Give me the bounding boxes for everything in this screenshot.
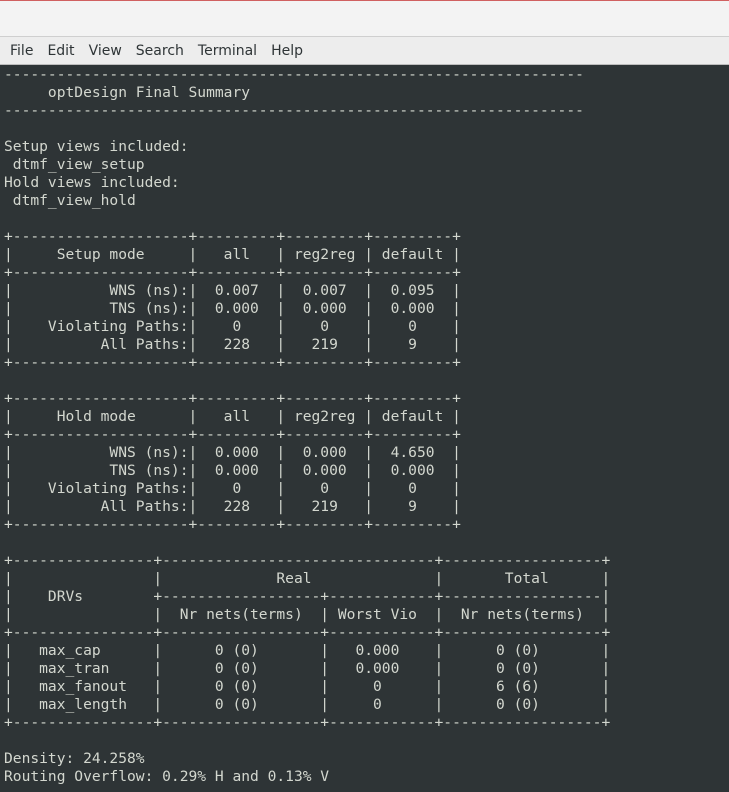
- terminal-line: | | Real | Total |: [4, 570, 611, 587]
- menu-edit[interactable]: Edit: [40, 37, 81, 65]
- terminal-line: +--------------------+---------+--------…: [4, 264, 461, 281]
- terminal-line: | All Paths:| 228 | 219 | 9 |: [4, 336, 461, 353]
- terminal-line: +--------------------+---------+--------…: [4, 354, 461, 371]
- terminal-line: | Hold mode | all | reg2reg | default |: [4, 408, 461, 425]
- menu-terminal[interactable]: Terminal: [191, 37, 264, 65]
- terminal-line: Density: 24.258%: [4, 750, 145, 767]
- menu-view[interactable]: View: [82, 37, 129, 65]
- window-titlebar[interactable]: [0, 0, 729, 37]
- terminal-line: | max_cap | 0 (0) | 0.000 | 0 (0) |: [4, 642, 611, 659]
- terminal-line: +--------------------+---------+--------…: [4, 426, 461, 443]
- menu-bar: File Edit View Search Terminal Help: [0, 37, 729, 65]
- terminal-line: ----------------------------------------…: [4, 102, 584, 119]
- terminal-line: +----------------+----------------------…: [4, 552, 611, 569]
- terminal-line: | | Nr nets(terms) | Worst Vio | Nr nets…: [4, 606, 611, 623]
- terminal-output: ----------------------------------------…: [4, 66, 610, 786]
- terminal-line: dtmf_view_setup: [4, 156, 145, 173]
- terminal-line: +--------------------+---------+--------…: [4, 228, 461, 245]
- terminal-line: Routing Overflow: 0.29% H and 0.13% V: [4, 768, 330, 785]
- terminal-line: Hold views included:: [4, 174, 180, 191]
- terminal-line: Setup views included:: [4, 138, 189, 155]
- terminal-line: | TNS (ns):| 0.000 | 0.000 | 0.000 |: [4, 300, 461, 317]
- terminal-line: +--------------------+---------+--------…: [4, 516, 461, 533]
- terminal-line: +----------------+------------------+---…: [4, 624, 611, 641]
- terminal-area[interactable]: ----------------------------------------…: [0, 66, 729, 792]
- menu-search[interactable]: Search: [129, 37, 191, 65]
- terminal-line: | Violating Paths:| 0 | 0 | 0 |: [4, 318, 461, 335]
- terminal-line: | All Paths:| 228 | 219 | 9 |: [4, 498, 461, 515]
- terminal-line: | WNS (ns):| 0.007 | 0.007 | 0.095 |: [4, 282, 461, 299]
- terminal-line: +--------------------+---------+--------…: [4, 390, 461, 407]
- terminal-line: | Setup mode | all | reg2reg | default |: [4, 246, 461, 263]
- terminal-line: | DRVs +------------------+------------+…: [4, 588, 611, 605]
- terminal-line: | WNS (ns):| 0.000 | 0.000 | 4.650 |: [4, 444, 461, 461]
- terminal-line: +----------------+------------------+---…: [4, 714, 611, 731]
- terminal-line: dtmf_view_hold: [4, 192, 136, 209]
- menu-file[interactable]: File: [3, 37, 40, 65]
- terminal-line: | Violating Paths:| 0 | 0 | 0 |: [4, 480, 461, 497]
- terminal-line: | max_tran | 0 (0) | 0.000 | 0 (0) |: [4, 660, 611, 677]
- terminal-line: | max_length | 0 (0) | 0 | 0 (0) |: [4, 696, 611, 713]
- terminal-line: | max_fanout | 0 (0) | 0 | 6 (6) |: [4, 678, 611, 695]
- menu-help[interactable]: Help: [264, 37, 310, 65]
- terminal-line: optDesign Final Summary: [4, 84, 251, 101]
- terminal-line: ----------------------------------------…: [4, 66, 584, 83]
- terminal-line: | TNS (ns):| 0.000 | 0.000 | 0.000 |: [4, 462, 461, 479]
- window-border-accent: [0, 0, 729, 1]
